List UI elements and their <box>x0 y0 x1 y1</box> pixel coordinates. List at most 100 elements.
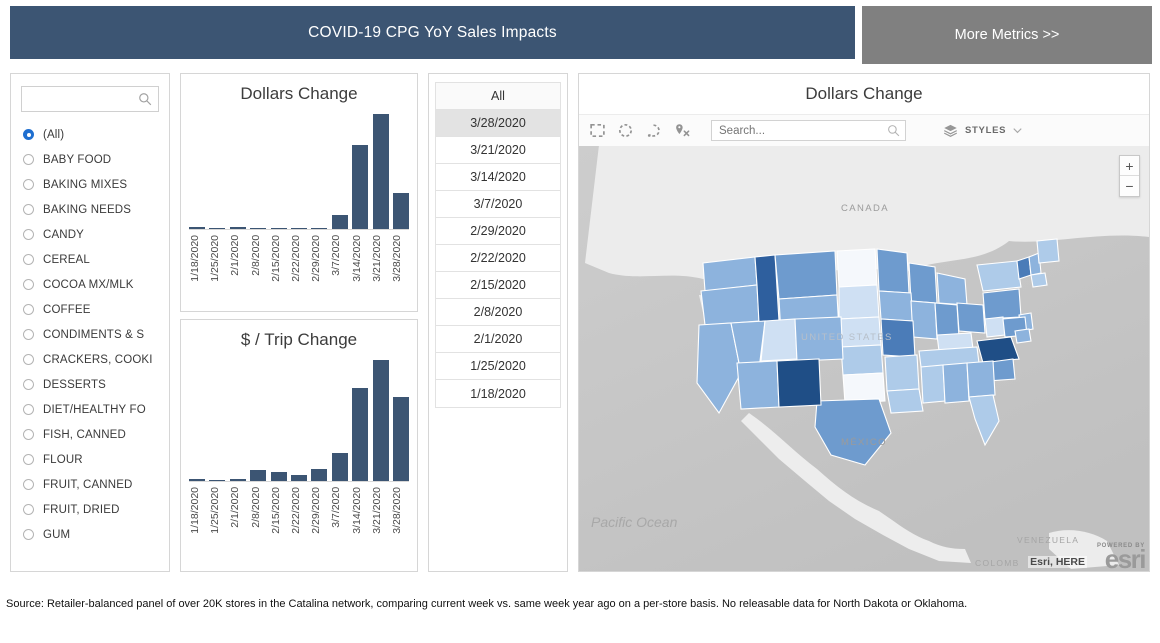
category-item[interactable]: CONDIMENTS & S <box>11 322 169 347</box>
date-list-header[interactable]: All <box>436 83 560 110</box>
radio-button[interactable] <box>23 429 34 440</box>
date-list-item[interactable]: 1/25/2020 <box>436 353 560 380</box>
clear-selection-icon[interactable] <box>673 122 690 139</box>
category-item[interactable]: DIET/HEALTHY FO <box>11 397 169 422</box>
bar[interactable] <box>373 360 389 482</box>
dashboard-title-bar: COVID-19 CPG YoY Sales Impacts <box>10 6 855 59</box>
date-list-item[interactable]: 3/7/2020 <box>436 191 560 218</box>
date-list-item[interactable]: 2/8/2020 <box>436 299 560 326</box>
map-search-box[interactable] <box>711 120 906 141</box>
map-search-input[interactable] <box>712 122 905 141</box>
radio-button[interactable] <box>23 354 34 365</box>
date-list-item[interactable]: 2/15/2020 <box>436 272 560 299</box>
date-list-item[interactable]: 3/14/2020 <box>436 164 560 191</box>
state-MA[interactable] <box>1031 273 1047 287</box>
radio-button[interactable] <box>23 279 34 290</box>
state-SD[interactable] <box>839 285 879 319</box>
choropleth-map[interactable]: CANADA UNITED STATES MÉXICO Pacific Ocea… <box>579 146 1149 571</box>
radial-select-icon[interactable] <box>617 122 634 139</box>
state-IL[interactable] <box>911 301 937 339</box>
state-OR[interactable] <box>701 285 759 325</box>
bar[interactable] <box>373 114 389 230</box>
date-list-item[interactable]: 3/21/2020 <box>436 137 560 164</box>
bar[interactable] <box>393 397 409 482</box>
radio-button[interactable] <box>23 454 34 465</box>
radio-button[interactable] <box>23 404 34 415</box>
radio-button[interactable] <box>23 204 34 215</box>
state-WI[interactable] <box>909 263 937 303</box>
state-PA[interactable] <box>983 289 1021 319</box>
category-item[interactable]: COCOA MX/MLK <box>11 272 169 297</box>
state-UT[interactable] <box>761 319 797 361</box>
state-WV[interactable] <box>985 317 1005 337</box>
category-item[interactable]: BAKING MIXES <box>11 172 169 197</box>
more-metrics-button[interactable]: More Metrics >> <box>862 6 1152 64</box>
radio-button[interactable] <box>23 154 34 165</box>
zoom-in-button[interactable]: + <box>1120 156 1139 176</box>
state-OH[interactable] <box>957 303 985 333</box>
rectangle-select-icon[interactable] <box>589 122 606 139</box>
esri-wordmark: esri <box>1097 549 1145 570</box>
category-item[interactable]: COFFEE <box>11 297 169 322</box>
radio-button[interactable] <box>23 504 34 515</box>
state-NY[interactable] <box>977 261 1021 291</box>
state-MT[interactable] <box>775 251 837 299</box>
state-MS[interactable] <box>921 365 945 403</box>
date-list-item[interactable]: 1/18/2020 <box>436 380 560 407</box>
radio-button[interactable] <box>23 179 34 190</box>
map-label-pacific-ocean: Pacific Ocean <box>591 514 678 530</box>
state-AZ[interactable] <box>737 361 779 409</box>
category-item[interactable]: FRUIT, DRIED <box>11 497 169 522</box>
date-list-item[interactable]: 3/28/2020 <box>436 110 560 137</box>
state-MD[interactable] <box>1015 329 1031 343</box>
state-KS[interactable] <box>841 345 883 375</box>
map-styles-dropdown[interactable]: STYLES <box>943 123 1022 138</box>
radio-button[interactable] <box>23 479 34 490</box>
radio-button[interactable] <box>23 129 34 140</box>
layers-icon <box>943 123 958 138</box>
map-zoom-controls[interactable]: + − <box>1119 155 1140 197</box>
category-item[interactable]: CRACKERS, COOKI <box>11 347 169 372</box>
date-list-item[interactable]: 2/29/2020 <box>436 218 560 245</box>
category-item[interactable]: CEREAL <box>11 247 169 272</box>
state-AL[interactable] <box>943 363 969 403</box>
radio-button[interactable] <box>23 304 34 315</box>
category-item[interactable]: FLOUR <box>11 447 169 472</box>
category-item-label: GUM <box>43 529 70 541</box>
date-list-item[interactable]: 2/1/2020 <box>436 326 560 353</box>
map-label-canada: CANADA <box>841 203 889 214</box>
zoom-out-button[interactable]: − <box>1120 176 1139 196</box>
state-MN[interactable] <box>877 249 909 293</box>
state-ME[interactable] <box>1037 239 1059 263</box>
category-item[interactable]: FISH, CANNED <box>11 422 169 447</box>
bar[interactable] <box>393 193 409 230</box>
bar[interactable] <box>352 388 368 482</box>
category-search-box[interactable] <box>21 86 159 112</box>
state-LA[interactable] <box>887 389 923 413</box>
radio-button[interactable] <box>23 254 34 265</box>
state-IA[interactable] <box>879 291 913 321</box>
bar[interactable] <box>332 453 348 482</box>
radio-button[interactable] <box>23 379 34 390</box>
radio-button[interactable] <box>23 329 34 340</box>
category-item[interactable]: FRUIT, CANNED <box>11 472 169 497</box>
state-GA[interactable] <box>967 361 995 397</box>
trip-change-plot <box>189 360 409 482</box>
radio-button[interactable] <box>23 529 34 540</box>
state-IN[interactable] <box>935 303 959 337</box>
category-item[interactable]: BAKING NEEDS <box>11 197 169 222</box>
state-NM[interactable] <box>777 359 821 407</box>
category-item[interactable]: (All) <box>11 122 169 147</box>
state-AR[interactable] <box>885 355 919 391</box>
lasso-select-icon[interactable] <box>645 122 662 139</box>
category-item[interactable]: DESSERTS <box>11 372 169 397</box>
radio-button[interactable] <box>23 229 34 240</box>
category-item[interactable]: BABY FOOD <box>11 147 169 172</box>
bar[interactable] <box>352 145 368 230</box>
state-ND[interactable] <box>837 249 877 287</box>
bar[interactable] <box>332 215 348 230</box>
category-item[interactable]: CANDY <box>11 222 169 247</box>
category-item[interactable]: GUM <box>11 522 169 547</box>
date-list-item[interactable]: 2/22/2020 <box>436 245 560 272</box>
map-graphic[interactable]: CANADA UNITED STATES MÉXICO Pacific Ocea… <box>579 146 1149 571</box>
